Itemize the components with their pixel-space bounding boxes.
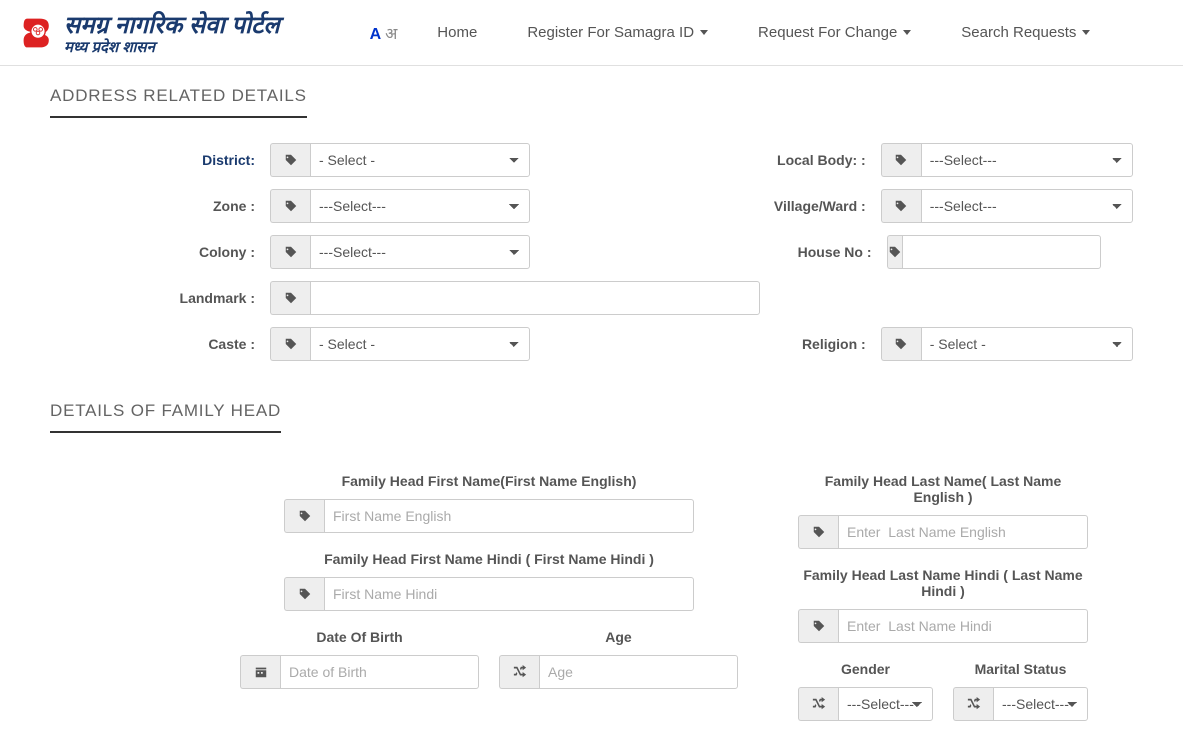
lang-en: A — [370, 26, 381, 43]
label-gender: Gender — [798, 661, 933, 677]
label-religion: Religion : — [677, 336, 881, 352]
tag-icon — [270, 189, 310, 223]
calendar-icon — [240, 655, 280, 689]
tag-icon — [270, 143, 310, 177]
label-district: District: — [100, 152, 270, 168]
firstname-en-input[interactable] — [324, 499, 694, 533]
row-colony-houseno: Colony : ---Select--- House No : — [100, 235, 1133, 269]
language-toggle[interactable]: A अ — [370, 22, 398, 44]
marital-select[interactable]: ---Select--- — [993, 687, 1088, 721]
tag-icon — [284, 499, 324, 533]
section-title-address: ADDRESS RELATED DETAILS — [50, 86, 307, 118]
tag-icon — [798, 515, 838, 549]
tag-icon — [270, 281, 310, 315]
label-village: Village/Ward : — [677, 198, 881, 214]
logo: समग्र नागरिक सेवा पोर्टल मध्य प्रदेश शास… — [20, 8, 280, 57]
shuffle-icon — [499, 655, 539, 689]
label-colony: Colony : — [100, 244, 270, 260]
tag-icon — [798, 609, 838, 643]
village-select[interactable]: ---Select--- — [921, 189, 1133, 223]
row-zone-village: Zone : ---Select--- Village/Ward : ---Se… — [100, 189, 1133, 223]
logo-text: समग्र नागरिक सेवा पोर्टल मध्य प्रदेश शास… — [64, 8, 280, 57]
caret-icon — [1082, 30, 1090, 35]
gender-select[interactable]: ---Select--- — [838, 687, 933, 721]
tag-icon — [881, 143, 921, 177]
houseno-input[interactable] — [902, 235, 1101, 269]
lastname-en-input[interactable] — [838, 515, 1088, 549]
row-landmark: Landmark : — [100, 281, 1133, 315]
lang-hi: अ — [385, 26, 397, 43]
firstname-hi-input[interactable] — [324, 577, 694, 611]
colony-select[interactable]: ---Select--- — [310, 235, 530, 269]
label-caste: Caste : — [100, 336, 270, 352]
label-houseno: House No : — [677, 244, 887, 260]
row-caste-religion: Caste : - Select - Religion : - Select - — [100, 327, 1133, 361]
shuffle-icon — [798, 687, 838, 721]
label-fn-hi: Family Head First Name Hindi ( First Nam… — [240, 551, 738, 567]
tag-icon — [887, 235, 902, 269]
nav-links: Home Register For Samagra ID Request For… — [437, 24, 1090, 41]
nav-register[interactable]: Register For Samagra ID — [527, 24, 708, 41]
dob-input[interactable] — [280, 655, 479, 689]
nav-request[interactable]: Request For Change — [758, 24, 911, 41]
landmark-input[interactable] — [310, 281, 760, 315]
zone-select[interactable]: ---Select--- — [310, 189, 530, 223]
label-landmark: Landmark : — [100, 290, 270, 306]
caret-icon — [903, 30, 911, 35]
caret-icon — [700, 30, 708, 35]
caste-select[interactable]: - Select - — [310, 327, 530, 361]
religion-select[interactable]: - Select - — [921, 327, 1133, 361]
logo-line2: मध्य प्रदेश शासन — [64, 37, 280, 57]
district-select[interactable]: - Select - — [310, 143, 530, 177]
shuffle-icon — [953, 687, 993, 721]
family-head-section: DETAILS OF FAMILY HEAD Family Head First… — [50, 401, 1133, 721]
lastname-hi-input[interactable] — [838, 609, 1088, 643]
label-zone: Zone : — [100, 198, 270, 214]
label-fn-en: Family Head First Name(First Name Englis… — [240, 473, 738, 489]
nav-search[interactable]: Search Requests — [961, 24, 1090, 41]
tag-icon — [881, 327, 921, 361]
tag-icon — [881, 189, 921, 223]
localbody-select[interactable]: ---Select--- — [921, 143, 1133, 177]
nav-home[interactable]: Home — [437, 24, 477, 41]
navbar: समग्र नागरिक सेवा पोर्टल मध्य प्रदेश शास… — [0, 0, 1183, 66]
label-localbody: Local Body: : — [677, 152, 881, 168]
section-title-familyhead: DETAILS OF FAMILY HEAD — [50, 401, 281, 433]
label-marital: Marital Status — [953, 661, 1088, 677]
tag-icon — [284, 577, 324, 611]
row-district-localbody: District: - Select - Local Body: : ---Se… — [100, 143, 1133, 177]
label-ln-en: Family Head Last Name( Last Name English… — [798, 473, 1088, 505]
tag-icon — [270, 235, 310, 269]
tag-icon — [270, 327, 310, 361]
logo-icon — [20, 15, 56, 51]
age-input[interactable] — [539, 655, 738, 689]
label-ln-hi: Family Head Last Name Hindi ( Last Name … — [798, 567, 1088, 599]
content: ADDRESS RELATED DETAILS District: - Sele… — [0, 66, 1183, 741]
